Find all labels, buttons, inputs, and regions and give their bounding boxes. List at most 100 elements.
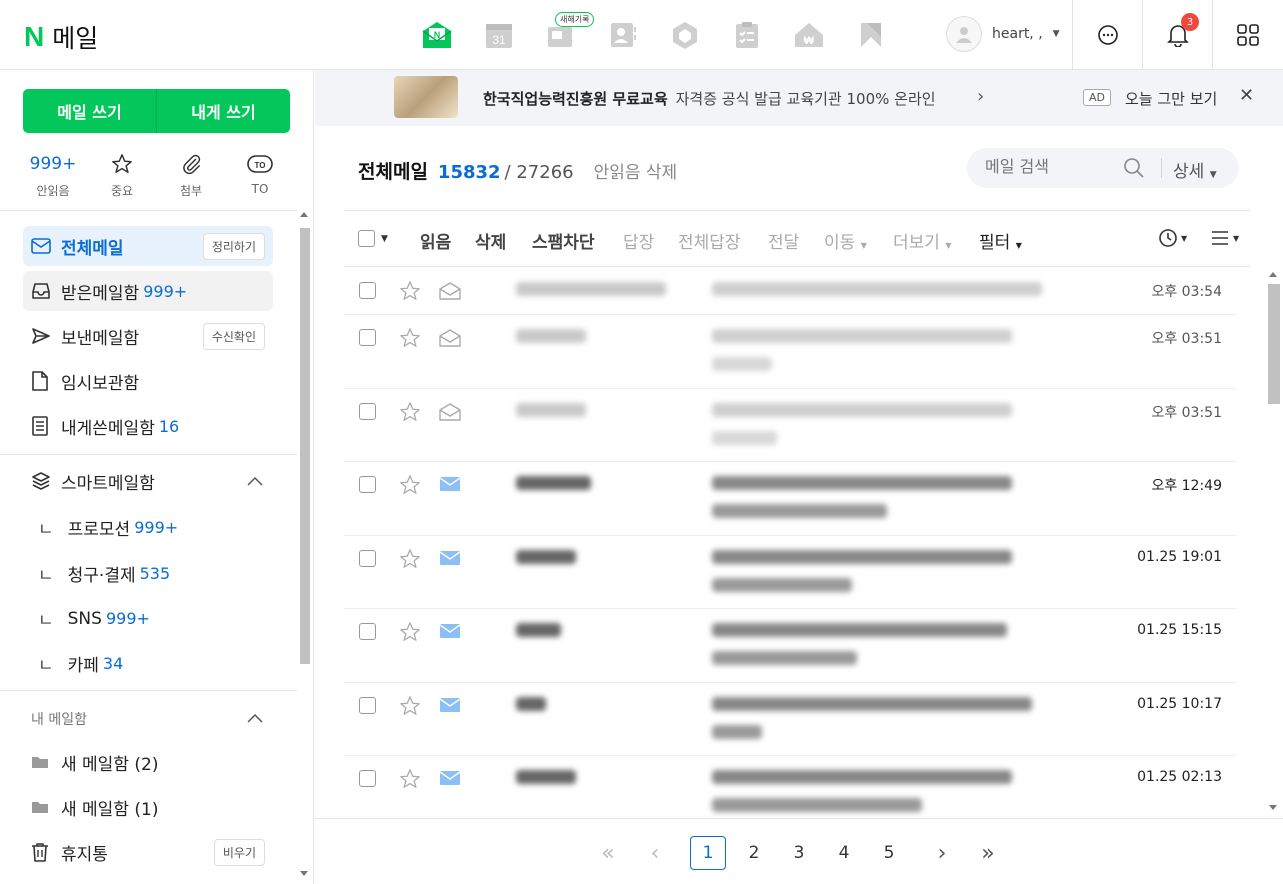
user-menu[interactable]: heart, , ▼ [946, 16, 1060, 52]
page-2[interactable]: 2 [736, 836, 772, 870]
star-icon[interactable] [399, 548, 421, 570]
naver-mail-logo[interactable]: N 메일 [24, 19, 98, 55]
mail-subject[interactable] [712, 476, 1012, 490]
mail-row[interactable]: 오후 12:49 [344, 462, 1236, 536]
first-page-icon[interactable]: « [590, 836, 626, 870]
mail-subject[interactable] [712, 623, 1007, 637]
forward-button[interactable]: 전달 [768, 228, 799, 253]
last-page-icon[interactable]: » [970, 836, 1006, 870]
row-checkbox[interactable] [359, 697, 376, 714]
opened-mail-icon[interactable] [439, 329, 461, 347]
view-options-button[interactable]: ▼ [1210, 229, 1239, 247]
chat-button[interactable] [1072, 0, 1142, 70]
folder-custom-1[interactable]: 새 메일함 (2) [23, 742, 273, 782]
smart-item-promotion[interactable]: ㄴ 프로모션 999+ [38, 515, 178, 540]
folder-inbox[interactable]: 받은메일함 999+ [23, 271, 273, 311]
mail-row[interactable]: 01.25 15:15 [344, 609, 1236, 683]
row-checkbox[interactable] [359, 282, 376, 299]
unread-mail-icon[interactable] [439, 476, 461, 492]
row-checkbox[interactable] [359, 550, 376, 567]
app-grid-button[interactable] [1212, 0, 1283, 70]
unread-mail-icon[interactable] [439, 697, 461, 713]
mail-subject[interactable] [712, 550, 1012, 564]
star-icon[interactable] [399, 621, 421, 643]
smart-item-billing[interactable]: ㄴ 청구·결제 535 [38, 561, 170, 586]
reply-all-button[interactable]: 전체답장 [678, 228, 741, 253]
reply-button[interactable]: 답장 [623, 228, 654, 253]
ad-hide-today[interactable]: 오늘 그만 보기 [1125, 88, 1217, 109]
select-all-checkbox[interactable] [358, 230, 375, 247]
quick-important[interactable]: 중요 [92, 152, 152, 199]
block-spam-button[interactable]: 스팸차단 [532, 228, 595, 253]
app-memo[interactable] [728, 16, 766, 54]
app-mybox[interactable] [666, 16, 704, 54]
sidebar-scroll-thumb[interactable] [300, 228, 310, 664]
mail-row[interactable]: 오후 03:51 [344, 389, 1236, 462]
star-icon[interactable] [399, 474, 421, 496]
prev-page-icon[interactable]: ‹ [637, 836, 673, 870]
scroll-down-icon[interactable] [299, 870, 309, 878]
page-1[interactable]: 1 [690, 836, 726, 870]
collapse-smart-icon[interactable] [246, 475, 264, 487]
delete-button[interactable]: 삭제 [475, 228, 506, 253]
unread-count[interactable]: 15832 [438, 162, 501, 183]
row-checkbox[interactable] [359, 476, 376, 493]
smart-item-sns[interactable]: ㄴ SNS 999+ [38, 606, 150, 632]
mail-row[interactable]: 01.25 10:17 [344, 683, 1236, 756]
scroll-down-icon[interactable] [1268, 804, 1278, 812]
mail-subject[interactable] [712, 329, 1012, 343]
search-input[interactable] [985, 157, 1125, 176]
mail-subject[interactable] [712, 403, 1012, 417]
folder-trash[interactable]: 휴지통 비우기 [23, 832, 273, 872]
read-receipt-button[interactable]: 수신확인 [202, 322, 265, 350]
mail-row[interactable]: 오후 03:54 [344, 268, 1236, 315]
quick-attach[interactable]: 첨부 [161, 152, 221, 199]
opened-mail-icon[interactable] [439, 282, 461, 300]
folder-custom-2[interactable]: 새 메일함 (1) [23, 787, 273, 827]
folder-all-mail[interactable]: 전체메일 정리하기 [23, 226, 273, 266]
notification-button[interactable]: 3 [1142, 0, 1212, 70]
app-contacts[interactable] [604, 16, 642, 54]
star-icon[interactable] [399, 695, 421, 717]
row-checkbox[interactable] [359, 329, 376, 346]
write-self-button[interactable]: 내게 쓰기 [156, 89, 290, 133]
empty-trash-button[interactable]: 비우기 [213, 838, 265, 866]
search-icon[interactable] [1123, 157, 1145, 179]
app-pay[interactable]: ₩ [790, 16, 828, 54]
filter-button[interactable]: 필터 ▼ [979, 228, 1022, 253]
scroll-up-icon[interactable] [299, 210, 309, 218]
write-mail-button[interactable]: 메일 쓰기 [23, 89, 156, 133]
folder-self[interactable]: 내게쓴메일함 16 [23, 406, 273, 446]
row-checkbox[interactable] [359, 623, 376, 640]
page-3[interactable]: 3 [781, 836, 817, 870]
ad-banner[interactable]: 한국직업능력진흥원 무료교육 자격증 공식 발급 교육기관 100% 온라인 › … [315, 70, 1283, 126]
mail-subject[interactable] [712, 770, 1012, 784]
sort-time-button[interactable]: ▼ [1158, 228, 1187, 248]
organize-button[interactable]: 정리하기 [202, 232, 265, 260]
page-5[interactable]: 5 [871, 836, 907, 870]
opened-mail-icon[interactable] [439, 403, 461, 421]
next-page-icon[interactable]: › [924, 836, 960, 870]
app-mail[interactable]: N [418, 16, 456, 54]
folder-drafts[interactable]: 임시보관함 [23, 361, 273, 401]
quick-unread[interactable]: 999+ 안읽음 [23, 152, 83, 199]
star-icon[interactable] [399, 401, 421, 423]
unread-mail-icon[interactable] [439, 770, 461, 786]
quick-to[interactable]: TO TO [230, 152, 290, 199]
app-bookmark[interactable] [852, 16, 890, 54]
star-icon[interactable] [399, 327, 421, 349]
star-icon[interactable] [399, 280, 421, 302]
star-icon[interactable] [399, 768, 421, 790]
row-checkbox[interactable] [359, 770, 376, 787]
mail-list-scroll-thumb[interactable] [1268, 284, 1280, 404]
mail-subject[interactable] [712, 282, 1042, 296]
scroll-up-icon[interactable] [1268, 270, 1278, 278]
mail-row[interactable]: 01.25 19:01 [344, 536, 1236, 609]
mail-row[interactable]: 오후 03:51 [344, 315, 1236, 389]
detail-search-button[interactable]: 상세 ▼ [1173, 157, 1217, 182]
move-button[interactable]: 이동 ▼ [824, 228, 867, 253]
chevron-down-icon[interactable]: ▼ [381, 234, 388, 244]
page-4[interactable]: 4 [826, 836, 862, 870]
folder-sent[interactable]: 보낸메일함 수신확인 [23, 316, 273, 356]
smart-item-cafe[interactable]: ㄴ 카페 34 [38, 651, 123, 676]
